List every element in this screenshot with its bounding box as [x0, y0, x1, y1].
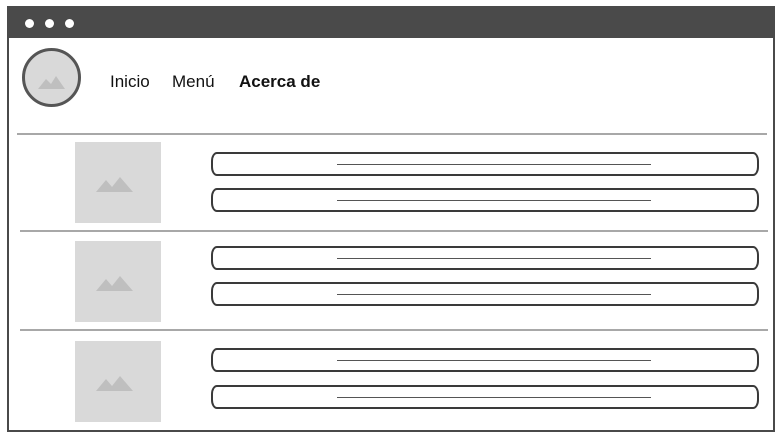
placeholder-line: [337, 294, 651, 295]
row-divider: [20, 230, 768, 232]
text-field[interactable]: [211, 152, 759, 176]
text-field[interactable]: [211, 282, 759, 306]
image-placeholder-icon: [96, 276, 133, 291]
header-divider: [17, 133, 767, 135]
row-divider: [20, 329, 768, 331]
window-control-dot[interactable]: [45, 19, 54, 28]
placeholder-line: [337, 360, 651, 361]
placeholder-line: [337, 200, 651, 201]
image-placeholder-icon: [38, 76, 65, 89]
row-thumbnail: [75, 142, 161, 223]
nav-link-inicio[interactable]: Inicio: [110, 72, 150, 92]
image-placeholder-icon: [96, 177, 133, 192]
text-field[interactable]: [211, 385, 759, 409]
row-thumbnail: [75, 241, 161, 322]
text-field[interactable]: [211, 348, 759, 372]
logo-avatar[interactable]: [22, 48, 81, 107]
image-placeholder-icon: [96, 376, 133, 391]
window-titlebar: [9, 8, 773, 38]
nav-link-acerca-de[interactable]: Acerca de: [239, 72, 320, 92]
browser-window: Inicio Menú Acerca de: [7, 6, 775, 432]
row-thumbnail: [75, 341, 161, 422]
window-control-dot[interactable]: [25, 19, 34, 28]
placeholder-line: [337, 397, 651, 398]
text-field[interactable]: [211, 246, 759, 270]
window-control-dot[interactable]: [65, 19, 74, 28]
placeholder-line: [337, 258, 651, 259]
text-field[interactable]: [211, 188, 759, 212]
nav-link-menu[interactable]: Menú: [172, 72, 215, 92]
placeholder-line: [337, 164, 651, 165]
